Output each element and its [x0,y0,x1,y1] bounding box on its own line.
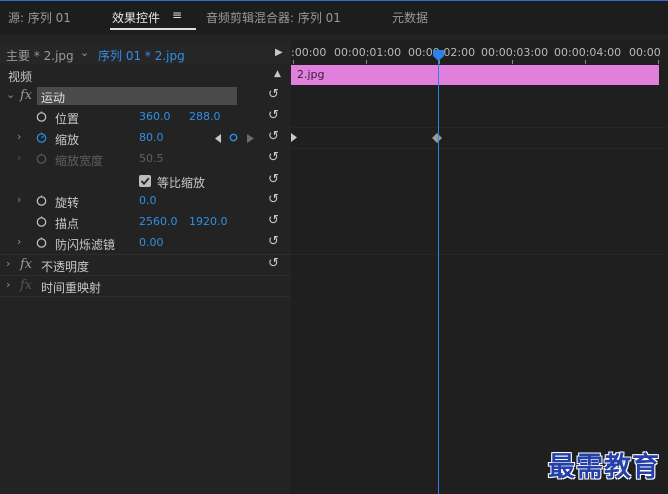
keyframe-start-marker-icon [291,133,297,142]
reset-icon[interactable]: ↺ [268,150,279,165]
opacity-label: 不透明度 [41,260,90,274]
position-row: 位置 360.0 288.0 ↺ [0,107,290,128]
panel-menu-icon[interactable]: ≡ [172,8,182,22]
position-x-value[interactable]: 360.0 [139,110,171,123]
anchor-point-label: 描点 [55,217,80,231]
ruler-tick-label: :00:00 [291,46,327,59]
play-icon[interactable]: ▶ [275,47,283,58]
position-y-value[interactable]: 288.0 [189,110,221,123]
tab-metadata[interactable]: 元数据 [392,9,428,26]
collapse-icon[interactable]: ▲ [274,69,281,79]
scale-row: › 缩放 80.0 ↺ [0,128,290,149]
stopwatch-icon[interactable] [36,111,47,122]
ruler-tick-label: 00:00 [629,46,661,59]
stopwatch-icon[interactable] [36,216,47,227]
tab-source[interactable]: 源: 序列 01 [8,9,71,26]
anchor-point-row: 描点 2560.0 1920.0 ↺ [0,212,290,233]
uniform-scale-row: 等比缩放 ↺ [0,171,290,192]
time-ruler[interactable]: :00:00 00:00:01:00 00:00:02:00 00:00:03:… [291,44,668,64]
reset-icon[interactable]: ↺ [268,129,279,144]
playhead-line[interactable] [438,52,439,494]
active-tab-indicator [110,28,196,30]
effect-timeline[interactable] [291,40,668,494]
opacity-effect-row[interactable]: › fx 不透明度 ↺ [0,255,290,276]
stopwatch-active-icon[interactable] [36,132,47,143]
stopwatch-icon [36,153,47,164]
tab-effect-controls[interactable]: 效果控件 [112,9,160,26]
clip-bar[interactable] [291,65,659,85]
chevron-right-icon[interactable]: › [6,257,10,270]
ruler-tick-label: 00:00:03:00 [481,46,549,59]
chevron-right-icon[interactable]: › [17,130,21,143]
uniform-scale-checkbox[interactable] [139,175,151,187]
watermark-logo: 最需教育 [548,452,660,483]
ruler-tick [512,60,513,64]
clip-label: 2.jpg [297,68,325,81]
ruler-tick-label: 00:00:01:00 [334,46,402,59]
scale-width-label: 缩放宽度 [55,154,104,168]
timeline-row-line [291,127,668,128]
rotation-label: 旋转 [55,196,80,210]
position-label: 位置 [55,112,80,126]
ruler-tick [658,60,659,64]
fx-icon[interactable]: fx [20,88,32,103]
chevron-right-icon[interactable]: › [6,278,10,291]
ruler-tick-label: 00:00:04:00 [554,46,622,59]
master-clip-label[interactable]: 主要 * 2.jpg [6,47,74,64]
playhead-handle-icon[interactable] [433,50,444,61]
fx-icon: fx [20,278,33,293]
scale-label: 缩放 [55,133,80,147]
reset-icon[interactable]: ↺ [268,108,279,123]
reset-icon[interactable]: ↺ [268,234,279,249]
previous-keyframe-icon[interactable] [215,134,222,143]
timeline-row-line [291,148,668,149]
fx-icon[interactable]: fx [20,257,32,272]
divider [0,296,290,297]
add-keyframe-icon[interactable] [229,133,238,142]
antiflicker-value[interactable]: 0.00 [139,236,164,249]
sequence-clip-label[interactable]: 序列 01 * 2.jpg [98,47,185,64]
clip-selector-bar: 主要 * 2.jpg ⌄ 序列 01 * 2.jpg ▶ [0,44,290,64]
reset-icon[interactable]: ↺ [268,172,279,187]
tab-audio-clip-mixer[interactable]: 音频剪辑混合器: 序列 01 [206,9,341,26]
motion-label: 运动 [41,91,66,105]
ruler-tick [585,60,586,64]
reset-icon[interactable]: ↺ [268,213,279,228]
scale-width-value: 50.5 [139,152,164,165]
scale-value[interactable]: 80.0 [139,131,164,144]
ruler-tick [366,60,367,64]
rotation-row: › 旋转 0.0 ↺ [0,191,290,212]
antiflicker-label: 防闪烁滤镜 [55,238,116,252]
motion-label-highlight [37,87,237,105]
reset-icon[interactable]: ↺ [268,192,279,207]
time-remap-effect-row[interactable]: › fx 时间重映射 [0,276,290,297]
uniform-scale-label: 等比缩放 [157,176,206,190]
anchor-y-value[interactable]: 1920.0 [189,215,228,228]
motion-effect-row[interactable]: ⌄ fx 运动 ↺ [0,86,290,107]
stopwatch-icon[interactable] [36,237,47,248]
chevron-down-icon[interactable]: ⌄ [80,46,89,59]
timeline-row-line [291,254,668,255]
reset-icon[interactable]: ↺ [268,87,279,102]
chevron-right-icon: › [17,151,22,164]
ruler-tick [293,60,294,64]
chevron-down-icon[interactable]: ⌄ [6,88,15,101]
video-section-label: 视频 [8,70,33,84]
checkmark-icon [140,177,150,186]
rotation-value[interactable]: 0.0 [139,194,157,207]
anchor-x-value[interactable]: 2560.0 [139,215,178,228]
chevron-right-icon[interactable]: › [17,235,21,248]
chevron-right-icon[interactable]: › [17,193,21,206]
video-section-row: 视频 ▲ [0,65,290,86]
panel-tab-bar: 源: 序列 01 效果控件 音频剪辑混合器: 序列 01 元数据 [0,0,668,34]
time-remap-label: 时间重映射 [41,281,102,295]
keyframe-diamond-icon[interactable] [432,133,442,143]
next-keyframe-icon[interactable] [247,134,254,143]
scale-width-row: › 缩放宽度 50.5 ↺ [0,149,290,170]
stopwatch-icon[interactable] [36,195,47,206]
antiflicker-row: › 防闪烁滤镜 0.00 ↺ [0,233,290,254]
reset-icon[interactable]: ↺ [268,256,279,271]
